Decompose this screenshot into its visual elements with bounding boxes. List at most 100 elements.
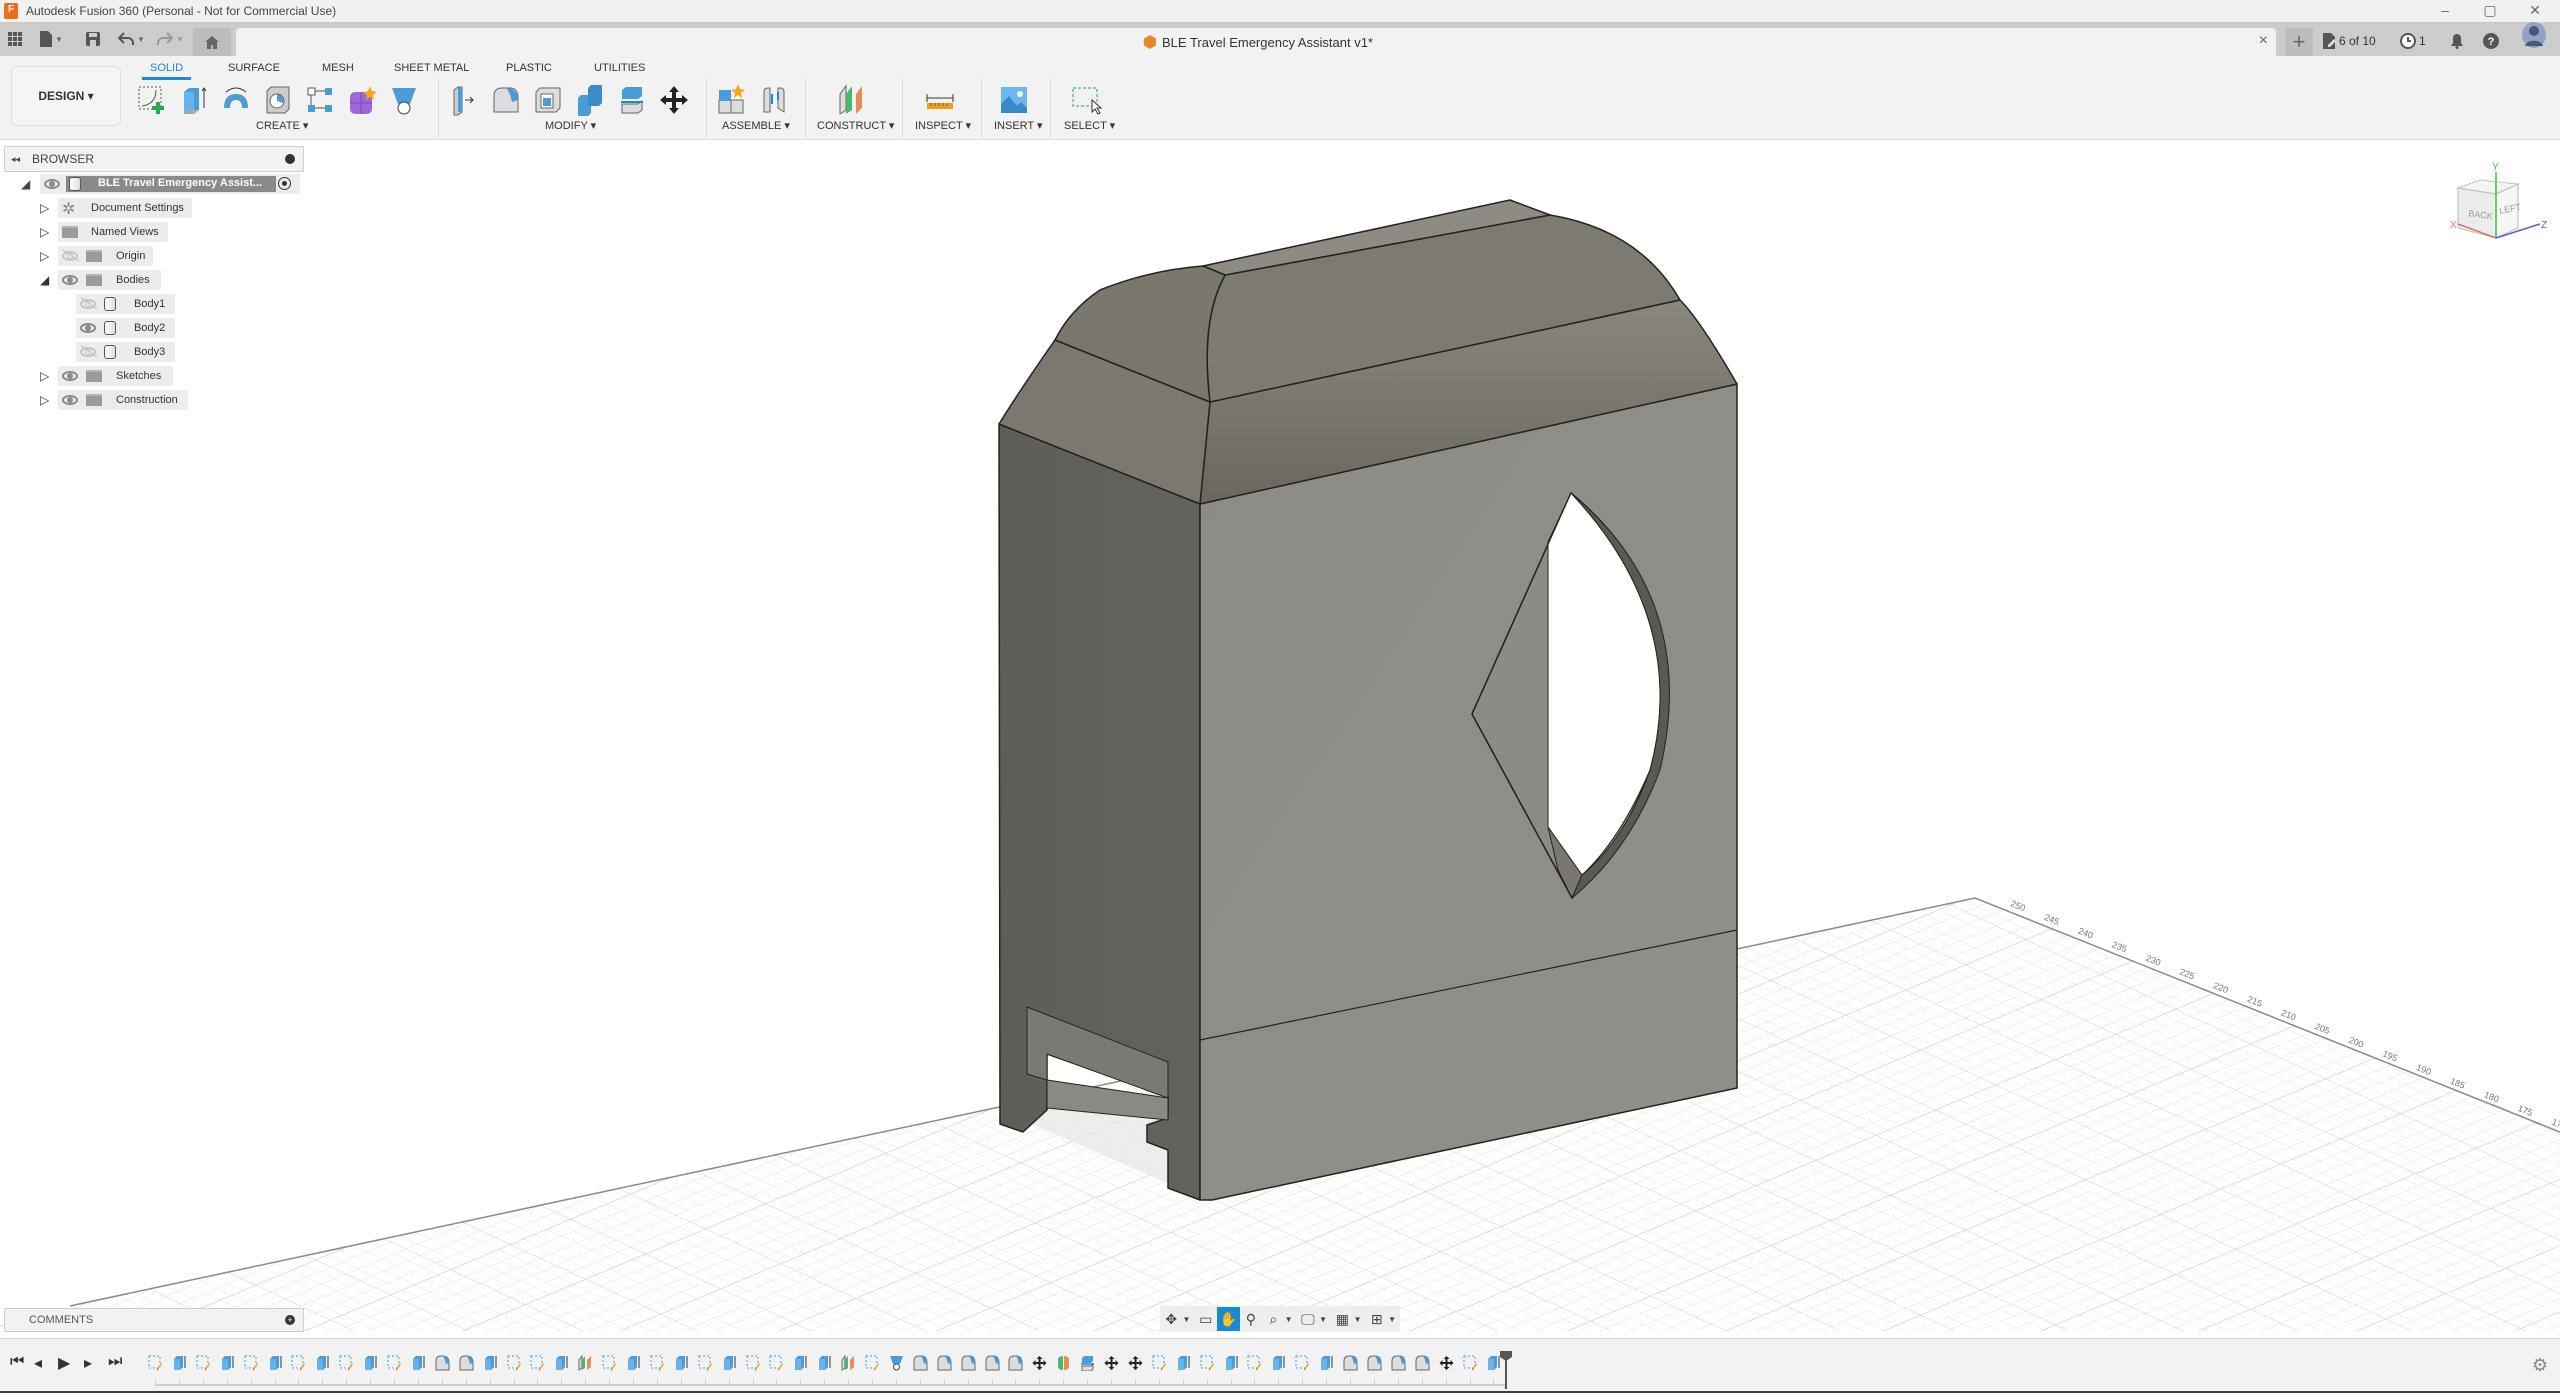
extrude-button[interactable] bbox=[176, 82, 212, 118]
play-button[interactable]: ▶ bbox=[58, 1353, 70, 1373]
timeline-feature-sketch[interactable] bbox=[530, 1355, 545, 1371]
offset-face-button[interactable] bbox=[614, 82, 650, 118]
grid-settings-button[interactable]: ▦ bbox=[1331, 1307, 1354, 1331]
fillet-button[interactable] bbox=[488, 82, 524, 118]
timeline-feature-extrude[interactable] bbox=[363, 1355, 378, 1371]
home-tab[interactable] bbox=[193, 28, 231, 56]
comments-panel[interactable]: COMMENTS + bbox=[4, 1308, 304, 1332]
display-settings-button[interactable]: 🖵 bbox=[1297, 1307, 1320, 1331]
tab-sheet-metal[interactable]: SHEET METAL bbox=[394, 62, 469, 74]
tab-plastic[interactable]: PLASTIC bbox=[506, 62, 552, 74]
timeline-feature-sketch[interactable] bbox=[1463, 1355, 1478, 1371]
timeline-feature-offset[interactable] bbox=[1080, 1355, 1095, 1372]
file-menu-button[interactable]: ▼ bbox=[40, 28, 63, 50]
visibility-eye-icon[interactable] bbox=[62, 371, 78, 381]
expand-toggle-icon[interactable]: ▷ bbox=[40, 249, 52, 263]
view-cube[interactable]: BACK LEFT Y X Z bbox=[2440, 158, 2550, 248]
undo-button[interactable]: ▼ bbox=[118, 28, 145, 50]
viewports-button[interactable]: ⊞ bbox=[1366, 1307, 1389, 1331]
timeline-feature-sketch[interactable] bbox=[769, 1355, 784, 1371]
tab-surface[interactable]: SURFACE bbox=[228, 62, 280, 74]
activate-radio[interactable] bbox=[278, 177, 291, 190]
look-at-button[interactable]: ▭ bbox=[1194, 1307, 1217, 1331]
timeline-feature-sketch[interactable] bbox=[1152, 1355, 1167, 1371]
orbit-dropdown[interactable]: ▼ bbox=[1183, 1315, 1191, 1324]
timeline-feature-fillet[interactable] bbox=[913, 1355, 928, 1371]
tree-root[interactable]: ◢ BLE Travel Emergency Assist... bbox=[0, 174, 300, 194]
timeline-feature-plane[interactable] bbox=[578, 1354, 593, 1371]
inspect-menu[interactable]: INSPECT ▾ bbox=[915, 119, 971, 132]
expand-toggle-icon[interactable]: ◢ bbox=[21, 177, 33, 191]
timeline-feature-plane[interactable] bbox=[841, 1354, 856, 1371]
zoom-button[interactable]: ⚲ bbox=[1240, 1307, 1263, 1331]
visibility-eye-icon[interactable] bbox=[62, 395, 78, 405]
timeline-feature-fillet[interactable] bbox=[985, 1355, 1000, 1371]
visibility-eye-icon[interactable] bbox=[44, 179, 60, 189]
modify-menu[interactable]: MODIFY ▾ bbox=[545, 119, 596, 132]
timeline-feature-extrude[interactable] bbox=[483, 1355, 498, 1371]
redo-button[interactable]: ▼ bbox=[157, 28, 184, 50]
timeline-feature-sketch[interactable] bbox=[865, 1355, 880, 1371]
fit-button[interactable]: ⌕ bbox=[1262, 1307, 1285, 1331]
workspace-switcher[interactable]: DESIGN ▾ bbox=[11, 66, 121, 126]
combine-button[interactable] bbox=[572, 82, 608, 118]
step-back-button[interactable]: ◂ bbox=[34, 1353, 42, 1373]
insert-canvas-button[interactable] bbox=[996, 82, 1032, 118]
timeline-feature-extrude[interactable] bbox=[1176, 1355, 1191, 1371]
timeline-feature-sketch[interactable] bbox=[148, 1355, 163, 1371]
new-component-button[interactable] bbox=[714, 82, 750, 118]
timeline-feature-sketch[interactable] bbox=[339, 1355, 354, 1371]
document-tab[interactable]: BLE Travel Emergency Assistant v1* × bbox=[236, 28, 2276, 56]
construct-menu[interactable]: CONSTRUCT ▾ bbox=[817, 119, 894, 132]
viewports-dropdown[interactable]: ▼ bbox=[1388, 1315, 1396, 1324]
timeline-feature-fillet[interactable] bbox=[1008, 1355, 1023, 1371]
window-select-button[interactable] bbox=[1068, 82, 1104, 118]
timeline-feature-extrude[interactable] bbox=[220, 1355, 235, 1371]
timeline-feature-sketch[interactable] bbox=[244, 1355, 259, 1371]
timeline-feature-sketch[interactable] bbox=[698, 1355, 713, 1371]
timeline-feature-extrude[interactable] bbox=[1271, 1355, 1286, 1371]
pattern-button[interactable] bbox=[302, 82, 338, 118]
help-button[interactable]: ? bbox=[2483, 32, 2499, 50]
timeline-feature-split[interactable] bbox=[1056, 1355, 1071, 1371]
hole-button[interactable] bbox=[260, 82, 296, 118]
pan-button[interactable]: ✋ bbox=[1217, 1307, 1240, 1331]
timeline-feature-sketch[interactable] bbox=[1295, 1355, 1310, 1371]
close-tab-button[interactable]: × bbox=[2259, 32, 2268, 50]
timeline-feature-sketch[interactable] bbox=[387, 1355, 402, 1371]
timeline-feature-fillet[interactable] bbox=[1391, 1355, 1406, 1371]
select-menu[interactable]: SELECT ▾ bbox=[1064, 119, 1115, 132]
timeline-feature-move[interactable] bbox=[1439, 1355, 1454, 1371]
job-status-button[interactable]: 6 of 10 bbox=[2323, 32, 2376, 50]
go-to-end-button[interactable]: ⏭ bbox=[108, 1353, 122, 1371]
revolve-button[interactable] bbox=[218, 82, 254, 118]
timeline-feature-fillet[interactable] bbox=[435, 1355, 450, 1371]
timeline-feature-extrude[interactable] bbox=[1319, 1355, 1334, 1371]
timeline-feature-extrude[interactable] bbox=[674, 1355, 689, 1371]
collapse-icon[interactable]: ◂◂ bbox=[11, 154, 20, 165]
jobs-button[interactable]: 1 bbox=[2400, 32, 2426, 50]
save-button[interactable] bbox=[86, 28, 100, 50]
visibility-hidden-icon[interactable] bbox=[62, 251, 78, 261]
timeline-feature-extrude[interactable] bbox=[1224, 1355, 1239, 1371]
visibility-hidden-icon[interactable] bbox=[80, 347, 96, 357]
browser-panel-header[interactable]: ◂◂ BROWSER bbox=[4, 146, 304, 172]
3d-viewport[interactable]: 250 245 240 235 230 225 220 215 210 205 200 195 190 1… bbox=[0, 141, 2560, 1331]
shell-button[interactable] bbox=[530, 82, 566, 118]
timeline-feature-extrude[interactable] bbox=[268, 1355, 283, 1371]
timeline-feature-extrude[interactable] bbox=[626, 1355, 641, 1371]
grid-dropdown[interactable]: ▼ bbox=[1354, 1315, 1362, 1324]
fit-dropdown[interactable]: ▼ bbox=[1285, 1315, 1293, 1324]
canvas-scene[interactable]: 2502452402352302252202152102052001951901… bbox=[0, 141, 2560, 1331]
sweep-button[interactable] bbox=[386, 82, 422, 118]
tab-utilities[interactable]: UTILITIES bbox=[594, 62, 645, 74]
timeline-feature-sweep[interactable] bbox=[889, 1355, 904, 1371]
timeline-feature-move[interactable] bbox=[1032, 1355, 1047, 1371]
new-tab-button[interactable]: + bbox=[2285, 28, 2313, 56]
visibility-hidden-icon[interactable] bbox=[80, 299, 96, 309]
move-copy-button[interactable] bbox=[656, 82, 692, 118]
timeline-feature-sketch[interactable] bbox=[602, 1355, 617, 1371]
timeline-feature-extrude[interactable] bbox=[793, 1355, 808, 1371]
timeline-feature-sketch[interactable] bbox=[1247, 1355, 1262, 1371]
offset-plane-button[interactable] bbox=[834, 82, 870, 118]
